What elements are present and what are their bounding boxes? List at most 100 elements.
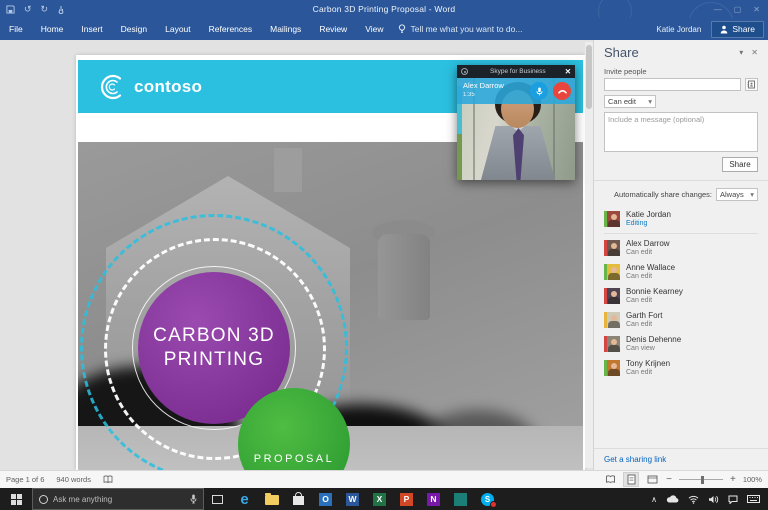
maximize-icon[interactable]: ▢ bbox=[734, 5, 742, 14]
web-layout-icon[interactable] bbox=[645, 473, 659, 486]
proofing-icon[interactable] bbox=[103, 475, 113, 484]
network-wifi-icon[interactable] bbox=[688, 495, 699, 504]
avatar bbox=[604, 312, 620, 328]
list-item[interactable]: Anne WallaceCan edit bbox=[604, 260, 758, 284]
delve-icon[interactable] bbox=[447, 488, 474, 510]
skype-titlebar[interactable]: Skype for Business ✕ bbox=[457, 65, 575, 78]
system-tray: ∧ bbox=[651, 495, 768, 504]
touch-keyboard-icon[interactable] bbox=[747, 495, 760, 503]
tell-me-label: Tell me what you want to do... bbox=[410, 24, 522, 34]
zoom-in-button[interactable]: + bbox=[730, 475, 736, 485]
close-icon[interactable]: ✕ bbox=[753, 5, 760, 14]
tab-review[interactable]: Review bbox=[310, 18, 356, 40]
chimney-shape bbox=[274, 148, 302, 192]
skype-call-window[interactable]: Skype for Business ✕ Alex Darrow 1:35 bbox=[457, 65, 575, 180]
tab-design[interactable]: Design bbox=[112, 18, 156, 40]
plant-strip bbox=[457, 134, 462, 180]
brand-name: contoso bbox=[134, 77, 202, 97]
auto-share-dropdown[interactable]: Always ▾ bbox=[716, 188, 758, 201]
outlook-icon[interactable]: O bbox=[312, 488, 339, 510]
list-item[interactable]: Bonnie KearneyCan edit bbox=[604, 284, 758, 308]
get-sharing-link[interactable]: Get a sharing link bbox=[604, 455, 666, 464]
window-controls: — ▢ ✕ bbox=[714, 0, 760, 18]
share-pane: Share ▾ ✕ Invite people Can edit ▾ Share… bbox=[593, 40, 768, 470]
share-submit-button[interactable]: Share bbox=[722, 157, 758, 172]
minimize-icon[interactable]: — bbox=[714, 5, 722, 14]
list-item[interactable]: Denis DehenneCan view bbox=[604, 332, 758, 356]
onedrive-cloud-icon[interactable] bbox=[666, 495, 679, 503]
zoom-out-button[interactable]: − bbox=[666, 475, 672, 485]
presence-indicator bbox=[604, 312, 607, 328]
edge-icon[interactable]: e bbox=[231, 488, 258, 510]
show-hidden-icons[interactable]: ∧ bbox=[651, 495, 657, 504]
signed-in-user[interactable]: Katie Jordan bbox=[656, 25, 701, 34]
undo-icon[interactable]: ↺ bbox=[24, 4, 32, 15]
permission-value: Can edit bbox=[608, 97, 636, 106]
skype-window-title: Skype for Business bbox=[471, 68, 565, 75]
read-mode-icon[interactable] bbox=[603, 473, 617, 486]
tab-references[interactable]: References bbox=[200, 18, 261, 40]
skype-business-icon[interactable]: S bbox=[474, 488, 501, 510]
zoom-slider[interactable] bbox=[679, 475, 723, 485]
funnel-shape bbox=[378, 234, 430, 320]
cortana-search-box[interactable]: Ask me anything bbox=[32, 488, 204, 510]
document-canvas[interactable]: contoso CARBON 3D bbox=[0, 40, 593, 470]
word-icon[interactable]: W bbox=[339, 488, 366, 510]
store-icon[interactable] bbox=[285, 488, 312, 510]
word-count[interactable]: 940 words bbox=[56, 475, 91, 484]
pane-close-icon[interactable]: ✕ bbox=[751, 48, 758, 57]
invite-people-input[interactable] bbox=[604, 78, 741, 91]
mute-microphone-button[interactable] bbox=[530, 82, 548, 100]
hang-up-button[interactable] bbox=[553, 82, 571, 100]
divider bbox=[594, 180, 768, 181]
vertical-scrollbar[interactable] bbox=[585, 42, 593, 468]
tab-mailings[interactable]: Mailings bbox=[261, 18, 310, 40]
excel-icon[interactable]: X bbox=[366, 488, 393, 510]
presence-indicator bbox=[604, 288, 607, 304]
address-book-icon[interactable] bbox=[745, 78, 758, 91]
print-layout-icon[interactable] bbox=[624, 473, 638, 486]
word-titlebar: ↺ ↻ Carbon 3D Printing Proposal - Word —… bbox=[0, 0, 768, 18]
page-indicator[interactable]: Page 1 of 6 bbox=[6, 475, 44, 484]
file-explorer-icon[interactable] bbox=[258, 488, 285, 510]
zoom-level[interactable]: 100% bbox=[743, 475, 762, 484]
list-item[interactable]: Alex DarrowCan edit bbox=[604, 236, 758, 260]
onenote-icon[interactable]: N bbox=[420, 488, 447, 510]
ribbon-share-button[interactable]: Share bbox=[711, 21, 764, 38]
permission-dropdown[interactable]: Can edit ▾ bbox=[604, 95, 656, 108]
powerpoint-icon[interactable]: P bbox=[393, 488, 420, 510]
collaborator-list: Katie JordanEditing Alex DarrowCan edit … bbox=[604, 207, 758, 380]
list-item[interactable]: Tony KrijnenCan edit bbox=[604, 356, 758, 380]
cover-badge-text: PROPOSAL bbox=[238, 453, 350, 465]
avatar bbox=[604, 360, 620, 376]
avatar bbox=[604, 211, 620, 227]
message-input[interactable] bbox=[604, 112, 758, 152]
list-item[interactable]: Katie JordanEditing bbox=[604, 207, 758, 234]
microphone-icon[interactable] bbox=[190, 494, 197, 504]
tab-view[interactable]: View bbox=[356, 18, 392, 40]
redo-icon[interactable]: ↻ bbox=[41, 4, 49, 15]
touch-mode-icon[interactable] bbox=[57, 5, 65, 14]
save-icon[interactable] bbox=[6, 5, 15, 14]
invite-people-label: Invite people bbox=[604, 67, 758, 76]
tell-me-box[interactable]: Tell me what you want to do... bbox=[398, 24, 522, 34]
windows-logo-icon bbox=[11, 494, 22, 505]
start-button[interactable] bbox=[0, 488, 32, 510]
tab-home[interactable]: Home bbox=[32, 18, 73, 40]
zoom-slider-thumb[interactable] bbox=[701, 476, 704, 484]
chevron-down-icon: ▾ bbox=[750, 190, 754, 199]
auto-share-value: Always bbox=[720, 190, 744, 199]
cover-photo: CARBON 3D PRINTING PROPOSAL bbox=[78, 142, 583, 470]
presence-indicator bbox=[604, 240, 607, 256]
skype-close-icon[interactable]: ✕ bbox=[565, 67, 571, 76]
status-bar: Page 1 of 6 940 words − + 100% bbox=[0, 470, 768, 488]
tab-layout[interactable]: Layout bbox=[156, 18, 200, 40]
task-view-icon[interactable] bbox=[204, 488, 231, 510]
scrollbar-thumb[interactable] bbox=[586, 45, 592, 109]
tab-insert[interactable]: Insert bbox=[72, 18, 111, 40]
volume-icon[interactable] bbox=[708, 495, 719, 504]
pane-options-icon[interactable]: ▾ bbox=[739, 48, 743, 57]
action-center-icon[interactable] bbox=[728, 495, 738, 504]
tab-file[interactable]: File bbox=[0, 18, 32, 40]
list-item[interactable]: Garth FortCan edit bbox=[604, 308, 758, 332]
